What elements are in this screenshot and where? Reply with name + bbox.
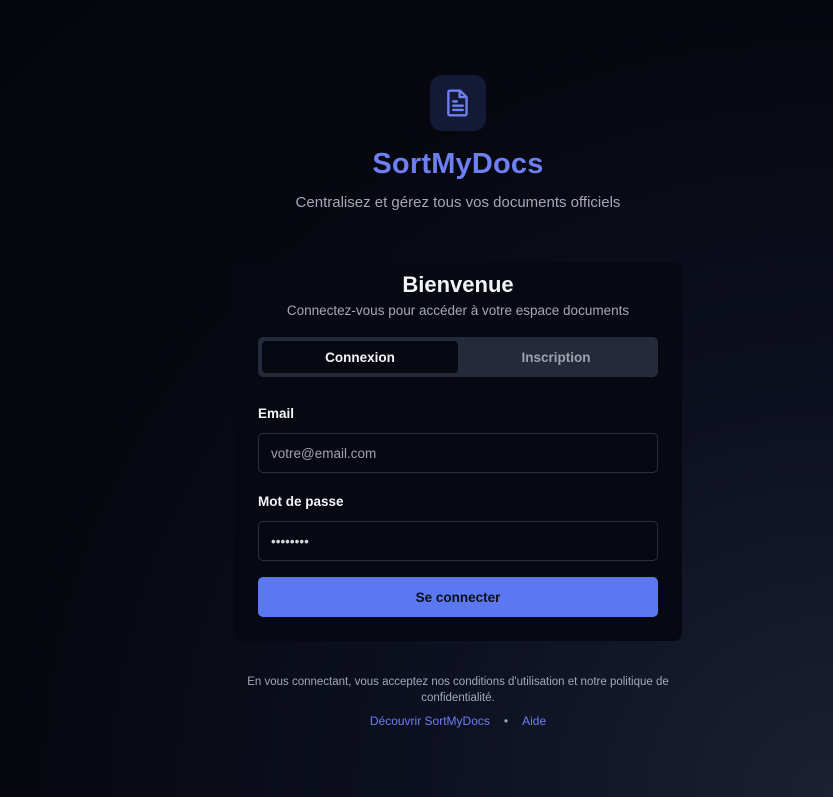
terms-notice: En vous connectant, vous acceptez nos co… <box>247 676 669 704</box>
tab-inscription[interactable]: Inscription <box>458 341 654 373</box>
card-subtitle: Connectez-vous pour accéder à votre espa… <box>286 303 630 318</box>
auth-tabs: Connexion Inscription <box>258 337 658 377</box>
password-label: Mot de passe <box>258 494 344 509</box>
password-field[interactable] <box>258 521 658 561</box>
discover-link[interactable]: Découvrir SortMyDocs <box>370 714 490 728</box>
tab-connexion[interactable]: Connexion <box>262 341 458 373</box>
login-button[interactable]: Se connecter <box>258 577 658 617</box>
help-link[interactable]: Aide <box>522 714 546 728</box>
login-card: Bienvenue Connectez-vous pour accéder à … <box>234 262 682 641</box>
email-field[interactable] <box>258 433 658 473</box>
link-separator: • <box>503 714 509 728</box>
email-label: Email <box>258 406 295 421</box>
brand-name: SortMyDocs <box>372 148 544 180</box>
document-icon <box>447 89 468 117</box>
logo-badge <box>430 75 486 131</box>
footer-links: Découvrir SortMyDocs • Aide <box>0 714 833 728</box>
card-title: Bienvenue <box>402 272 514 297</box>
brand-tagline: Centralisez et gérez tous vos documents … <box>295 194 621 211</box>
